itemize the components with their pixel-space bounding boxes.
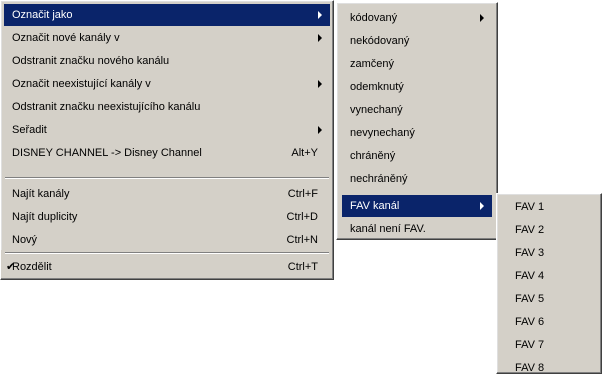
menu-item-find-channels[interactable]: Najít kanály Ctrl+F [4, 183, 330, 205]
submenu-item-skipped[interactable]: vynechaný [342, 99, 492, 121]
submenu-arrow-icon [480, 202, 484, 210]
menu-item-label: Odstranit značku nového kanálu [12, 55, 170, 67]
fav-item-8[interactable]: FAV 8 [501, 357, 597, 380]
menu-item-label: Odstranit značku neexistujícího kanálu [12, 101, 201, 113]
fav-submenu: FAV 1 FAV 2 FAV 3 FAV 4 FAV 5 FAV 6 FAV … [496, 193, 602, 374]
fav-item-4[interactable]: FAV 4 [501, 265, 597, 288]
menu-item-label: nekódovaný [350, 35, 410, 47]
submenu-item-encoded[interactable]: kódovaný [342, 7, 492, 29]
fav-item-1[interactable]: FAV 1 [501, 196, 597, 219]
submenu-arrow-icon [318, 34, 322, 42]
menu-item-shortcut: Alt+Y [291, 147, 318, 159]
menu-item-label: FAV 3 [515, 247, 545, 259]
mark-as-submenu: kódovaný nekódovaný zamčený odemknutý vy… [336, 2, 498, 240]
submenu-arrow-icon [480, 14, 484, 22]
menu-item-mark-nonexistent[interactable]: Označit neexistující kanály v [4, 73, 330, 95]
menu-item-label: Najít kanály [12, 188, 70, 200]
menu-item-shortcut: Ctrl+T [287, 261, 318, 273]
submenu-item-unprotected[interactable]: nechráněný [342, 168, 492, 190]
menu-item-find-duplicates[interactable]: Najít duplicity Ctrl+D [4, 206, 330, 228]
menu-item-shortcut: Ctrl+F [287, 188, 318, 200]
menu-item-label: nechráněný [350, 173, 408, 185]
context-menu-bottom: ✔ Rozdělit Ctrl+T [0, 250, 334, 280]
menu-item-label: Označit neexistující kanály v [12, 78, 151, 90]
menu-item-label: FAV 6 [515, 316, 545, 328]
menu-item-split[interactable]: ✔ Rozdělit Ctrl+T [4, 256, 330, 278]
submenu-arrow-icon [318, 126, 322, 134]
menu-item-label: nevynechaný [350, 127, 415, 139]
menu-item-rename-disney[interactable]: DISNEY CHANNEL -> Disney Channel Alt+Y [4, 142, 330, 164]
menu-separator [5, 177, 329, 179]
menu-item-remove-new-mark[interactable]: Odstranit značku nového kanálu [4, 50, 330, 72]
menu-item-label: FAV 8 [515, 362, 545, 374]
submenu-arrow-icon [318, 80, 322, 88]
fav-item-5[interactable]: FAV 5 [501, 288, 597, 311]
context-menu: Označit jako Označit nové kanály v Odstr… [0, 0, 334, 268]
menu-item-label: FAV 4 [515, 270, 545, 282]
menu-item-label: FAV 7 [515, 339, 545, 351]
menu-item-label: chráněný [350, 150, 396, 162]
menu-item-label: odemknutý [350, 81, 404, 93]
fav-item-3[interactable]: FAV 3 [501, 242, 597, 265]
submenu-arrow-icon [318, 11, 322, 19]
submenu-item-unlocked[interactable]: odemknutý [342, 76, 492, 98]
menu-separator [5, 252, 329, 254]
fav-item-7[interactable]: FAV 7 [501, 334, 597, 357]
menu-item-label: FAV 5 [515, 293, 545, 305]
submenu-item-protected[interactable]: chráněný [342, 145, 492, 167]
menu-item-shortcut: Ctrl+N [286, 234, 318, 246]
menu-item-mark-new-channels[interactable]: Označit nové kanály v [4, 27, 330, 49]
fav-item-2[interactable]: FAV 2 [501, 219, 597, 242]
submenu-item-unencoded[interactable]: nekódovaný [342, 30, 492, 52]
submenu-item-fav-channel[interactable]: FAV kanál [342, 195, 492, 217]
menu-item-label: Najít duplicity [12, 211, 78, 223]
menu-item-new[interactable]: Nový Ctrl+N [4, 229, 330, 251]
menu-item-label: Označit jako [12, 9, 73, 21]
fav-item-6[interactable]: FAV 6 [501, 311, 597, 334]
menu-item-mark-as[interactable]: Označit jako [4, 4, 330, 26]
menu-item-label: Seřadit [12, 124, 47, 136]
menu-item-label: FAV kanál [350, 200, 400, 212]
menu-item-shortcut: Ctrl+D [286, 211, 318, 223]
menu-item-sort[interactable]: Seřadit [4, 119, 330, 141]
submenu-item-not-skipped[interactable]: nevynechaný [342, 122, 492, 144]
menu-item-label: Nový [12, 234, 38, 246]
menu-item-label: FAV 2 [515, 224, 545, 236]
menu-item-label: DISNEY CHANNEL -> Disney Channel [12, 147, 202, 159]
menu-item-label: zamčený [350, 58, 395, 70]
menu-item-label: Označit nové kanály v [12, 32, 120, 44]
menu-item-label: vynechaný [350, 104, 403, 116]
menu-item-label: Rozdělit [12, 261, 52, 273]
menu-item-label: kanál není FAV. [350, 223, 426, 235]
menu-item-label: FAV 1 [515, 201, 545, 213]
submenu-item-locked[interactable]: zamčený [342, 53, 492, 75]
menu-item-remove-nonexistent-mark[interactable]: Odstranit značku neexistujícího kanálu [4, 96, 330, 118]
submenu-item-not-fav[interactable]: kanál není FAV. [342, 218, 492, 240]
menu-item-label: kódovaný [350, 12, 398, 24]
